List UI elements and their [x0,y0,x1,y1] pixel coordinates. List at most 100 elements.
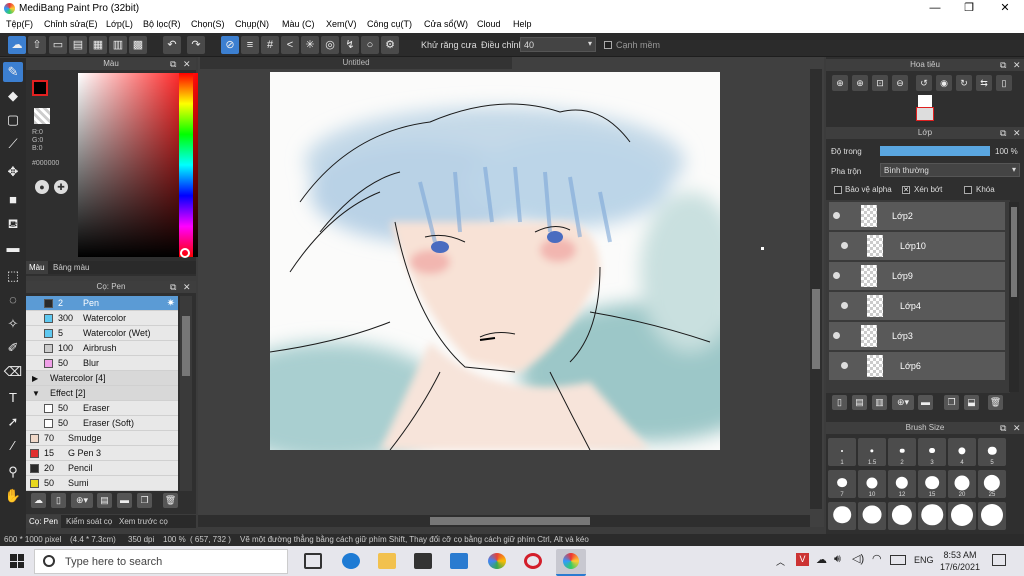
grid-icon[interactable]: ▩ [129,36,147,54]
close-icon[interactable]: ✕ [183,58,191,70]
transparent-color-swatch[interactable] [34,108,50,124]
bucket-tool-icon[interactable]: ⛾ [3,214,23,234]
rect-select-tool-icon[interactable]: ▢ [3,110,23,130]
brush-item[interactable]: 2 Pen ✷ [26,296,178,311]
new-brush-icon[interactable]: ▯ [51,493,66,508]
palette-add-icon[interactable]: ✚ [54,180,68,194]
drawing-canvas[interactable] [270,72,720,450]
notifications-icon[interactable] [992,554,1006,566]
brush-item[interactable]: 50 Eraser (Soft) [26,416,178,431]
rotate-left-icon[interactable]: ↺ [916,75,932,91]
fill-rect-tool-icon[interactable]: ■ [3,190,23,210]
tray-chevron-icon[interactable]: ︿ [776,555,785,568]
eraser-tool-icon[interactable]: ◆ [3,86,23,106]
zoom-plus-icon[interactable]: ⊕ [852,75,868,91]
clipping-checkbox[interactable]: ✕ [902,186,910,194]
menu-cloud[interactable]: Cloud [477,19,501,29]
brush-size-preset[interactable] [948,502,976,530]
brush-size-preset[interactable]: 1.5 [858,438,886,466]
brush-item[interactable]: 300 Watercolor [26,311,178,326]
layer-folder-icon[interactable]: ▬ [918,395,933,410]
brush-size-preset[interactable]: 10 [858,470,886,498]
minimize-button[interactable]: — [918,0,952,17]
vertical-scrollbar[interactable] [810,69,822,509]
cross-snap-icon[interactable]: # [261,36,279,54]
keyboard-icon[interactable] [890,555,906,565]
fit-icon[interactable]: ⊡ [872,75,888,91]
tab-palette[interactable]: Bảng màu [53,263,89,272]
primary-color-swatch[interactable] [32,80,48,96]
opacity-slider[interactable] [880,146,990,156]
menu-color[interactable]: Màu (C) [282,19,315,29]
reset-rotate-icon[interactable]: ◉ [936,75,952,91]
expanded-arrow-icon[interactable]: ▼ [32,386,40,401]
brush-settings-icon[interactable]: ▤ [97,493,112,508]
comment-icon[interactable]: ▭ [49,36,67,54]
brush-size-preset[interactable]: 5 [978,438,1006,466]
brush-item[interactable]: 50 Eraser [26,401,178,416]
layer-visibility-icon[interactable] [833,332,840,339]
text-tool-icon[interactable]: T [3,388,23,408]
layer-visibility-icon[interactable] [841,302,848,309]
popout-icon[interactable]: ⧉ [170,58,176,70]
gradient-tool-icon[interactable]: ▬ [3,238,23,258]
delete-layer-icon[interactable]: 🗑 [988,395,1003,410]
dot-tool-icon[interactable]: ⟋ [3,134,23,154]
radial-snap-icon[interactable]: ✳ [301,36,319,54]
maximize-button[interactable]: ❐ [952,0,986,17]
snap-settings-icon[interactable]: ⚙ [381,36,399,54]
hand-tool-icon[interactable]: ✋ [3,486,23,506]
add-brush-icon[interactable]: ⊕▾ [71,493,93,508]
layer-visibility-icon[interactable] [841,242,848,249]
brush-item[interactable]: 50 Blur [26,356,178,371]
layer-visibility-icon[interactable] [841,362,848,369]
store-icon[interactable] [450,553,468,569]
popout-icon[interactable]: ⧉ [1000,127,1006,139]
operation-tool-icon[interactable]: ➚ [3,412,23,432]
brush-tool-icon[interactable]: ✎ [3,62,23,82]
brush-item[interactable]: 20 Pencil [26,461,178,476]
brush-settings-gear-icon[interactable]: ✷ [167,296,175,311]
layer-row[interactable]: Lớp9 [829,262,1005,291]
zoom-in-icon[interactable]: ⊕ [832,75,848,91]
chat-icon[interactable]: ▤ [69,36,87,54]
close-icon[interactable]: ✕ [1013,127,1021,139]
taskbar-search[interactable]: Type here to search [34,549,288,574]
popout-icon[interactable]: ⧉ [1000,59,1006,71]
brush-size-preset[interactable] [858,502,886,530]
hue-slider[interactable] [179,73,193,257]
windows-start-icon[interactable] [10,554,24,568]
edge-icon[interactable] [342,553,360,569]
select-eraser-tool-icon[interactable]: ⌫ [3,362,23,382]
ellipse-snap-icon[interactable]: ○ [361,36,379,54]
language-indicator[interactable]: ENG [914,555,934,565]
tab-brush-preview[interactable]: Xem trước cọ [119,517,168,526]
merge-layer-icon[interactable]: ⬓ [964,395,979,410]
menu-layer[interactable]: Lớp(L) [106,19,133,29]
close-button[interactable]: ✕ [988,0,1022,17]
layer-row[interactable]: Lớp2 [829,202,1005,231]
onedrive-icon[interactable]: ☁ [816,553,827,566]
collapsed-arrow-icon[interactable]: ▶ [32,371,38,386]
cloud-icon[interactable]: ☁ [8,36,26,54]
chrome-icon[interactable] [488,553,506,569]
tray-v-icon[interactable]: V [796,553,809,566]
popout-icon[interactable]: ⧉ [170,281,176,293]
brush-size-preset[interactable]: 25 [978,470,1006,498]
brush-group[interactable]: ▶ Watercolor [4] [26,371,178,386]
brush-size-preset[interactable]: 4 [948,438,976,466]
select-pen-tool-icon[interactable]: ✐ [3,338,23,358]
popout-icon[interactable]: ⧉ [1000,422,1006,434]
wifi-icon[interactable]: ◠ [872,552,882,565]
lasso-tool-icon[interactable]: ◌ [3,290,23,310]
horizontal-scrollbar[interactable] [198,515,810,527]
duplicate-layer-icon[interactable]: ❐ [944,395,959,410]
magic-wand-tool-icon[interactable]: ✧ [3,314,23,334]
brush-size-preset[interactable]: 2 [888,438,916,466]
clock[interactable]: 8:53 AM 17/6/2021 [938,549,982,573]
brush-size-preset[interactable]: 3 [918,438,946,466]
rotate-right-icon[interactable]: ↻ [956,75,972,91]
menu-window[interactable]: Cửa sổ(W) [424,19,468,29]
brush-size-preset[interactable] [828,502,856,530]
close-icon[interactable]: ✕ [1013,59,1021,71]
